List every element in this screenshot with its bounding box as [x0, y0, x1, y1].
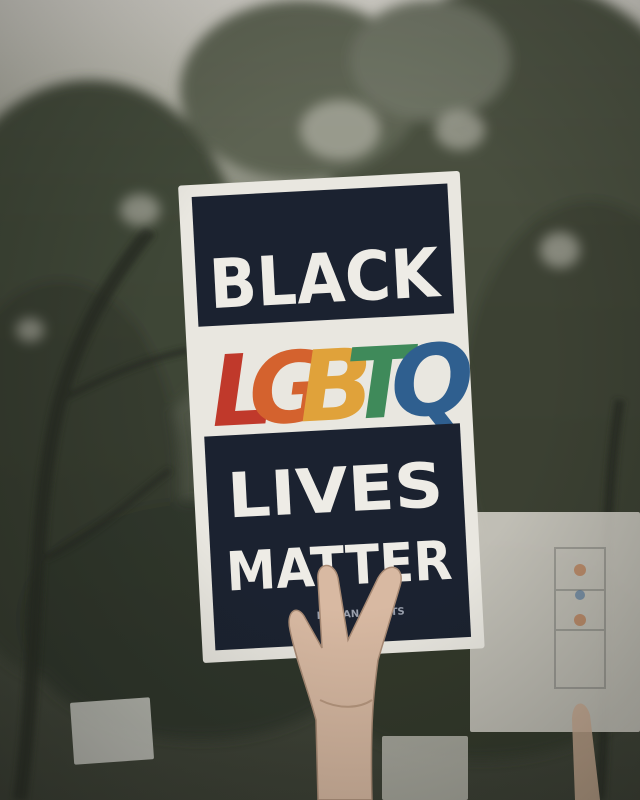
sign-line-lives: LIVES: [225, 448, 445, 532]
rainbow-letter-q: Q: [388, 323, 477, 441]
protest-sign: BLACK L G B T Q LIVES MATTER HUMAN RIGHT…: [178, 171, 485, 800]
sign-line-black: BLACK: [207, 234, 443, 325]
photo-scene: BLACK L G B T Q LIVES MATTER HUMAN RIGHT…: [0, 0, 640, 800]
